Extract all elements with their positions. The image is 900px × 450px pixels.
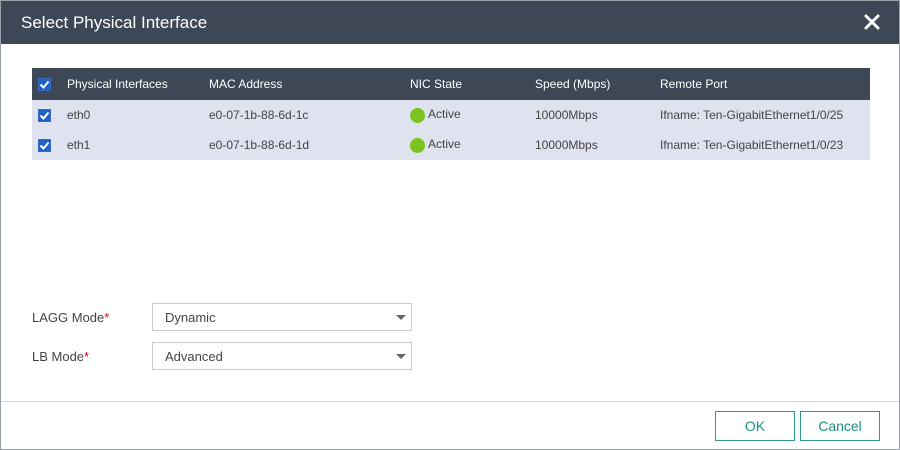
- lb-mode-value: Advanced: [165, 348, 223, 364]
- interface-name: eth0: [67, 108, 91, 122]
- row-checkbox[interactable]: [38, 109, 51, 123]
- remote-port: Ifname: Ten-GigabitEthernet1/0/23: [660, 138, 844, 152]
- table-row[interactable]: eth1 e0-07-1b-88-6d-1d Active 10000Mbps …: [32, 130, 870, 160]
- row-checkbox[interactable]: [38, 139, 51, 153]
- status-dot-icon: [410, 107, 425, 123]
- nic-state: Active: [428, 137, 461, 152]
- required-mark: *: [84, 348, 90, 364]
- status-dot-icon: [410, 137, 425, 153]
- speed: 10000Mbps: [535, 108, 598, 122]
- speed: 10000Mbps: [535, 138, 598, 152]
- chevron-down-icon: [396, 354, 406, 359]
- close-icon[interactable]: [863, 13, 881, 31]
- mac-address: e0-07-1b-88-6d-1d: [209, 138, 310, 152]
- select-physical-interface-dialog: Select Physical Interface Physical Inter…: [0, 0, 900, 450]
- column-header-nic-state: NIC State: [410, 77, 463, 91]
- interface-table: Physical Interfaces MAC Address NIC Stat…: [32, 68, 870, 160]
- lb-mode-label: LB Mode*: [32, 348, 90, 364]
- lb-mode-row: LB Mode* Advanced: [32, 342, 412, 370]
- table-header-row: Physical Interfaces MAC Address NIC Stat…: [32, 68, 870, 100]
- select-all-checkbox[interactable]: [38, 78, 51, 92]
- required-mark: *: [104, 309, 110, 325]
- nic-state-cell: Active: [410, 100, 535, 130]
- nic-state-cell: Active: [410, 130, 535, 160]
- column-header-physical-interfaces: Physical Interfaces: [67, 77, 168, 91]
- lagg-mode-value: Dynamic: [165, 309, 216, 325]
- dialog-title: Select Physical Interface: [21, 12, 208, 32]
- nic-state: Active: [428, 107, 461, 122]
- footer-divider: [1, 401, 899, 402]
- dialog-titlebar: Select Physical Interface: [1, 1, 899, 44]
- lb-mode-select[interactable]: Advanced: [152, 342, 412, 370]
- column-header-speed: Speed (Mbps): [535, 77, 611, 91]
- interface-name: eth1: [67, 138, 91, 152]
- cancel-button[interactable]: Cancel: [800, 411, 880, 441]
- table-row[interactable]: eth0 e0-07-1b-88-6d-1c Active 10000Mbps …: [32, 100, 870, 130]
- chevron-down-icon: [396, 315, 406, 320]
- lagg-mode-row: LAGG Mode* Dynamic: [32, 303, 412, 331]
- lagg-mode-select[interactable]: Dynamic: [152, 303, 412, 331]
- mac-address: e0-07-1b-88-6d-1c: [209, 108, 309, 122]
- remote-port: Ifname: Ten-GigabitEthernet1/0/25: [660, 108, 844, 122]
- column-header-mac-address: MAC Address: [209, 77, 283, 91]
- lagg-mode-label: LAGG Mode*: [32, 309, 110, 325]
- ok-button[interactable]: OK: [715, 411, 795, 441]
- column-header-remote-port: Remote Port: [660, 77, 728, 91]
